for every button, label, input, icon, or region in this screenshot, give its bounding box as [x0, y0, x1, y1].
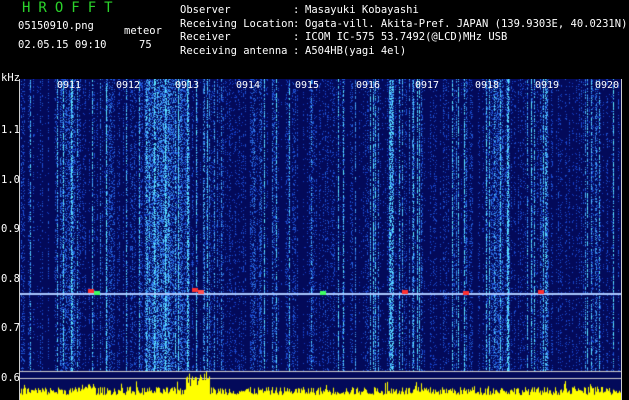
info-label: Observer	[180, 4, 231, 16]
frequency-tick-label: 1.0	[1, 174, 20, 186]
frequency-unit-label: kHz	[1, 72, 20, 84]
info-value: A504HB(yagi 4el)	[305, 44, 407, 57]
time-tick-label: 0915	[295, 80, 320, 91]
app-title: HROFFT	[22, 0, 121, 16]
time-tick-label: 0913	[175, 80, 200, 91]
info-label: Receiver	[180, 31, 231, 43]
time-tick-label: 0917	[415, 80, 440, 91]
time-tick-label: 0914	[236, 80, 261, 91]
info-row-antenna: Receiving antenna: A504HB(yagi 4el)	[180, 44, 407, 57]
spectrogram-canvas	[20, 79, 621, 400]
datetime-label: 02.05.15 09:10	[18, 39, 107, 51]
info-row-receiver: Receiver: ICOM IC-575 53.7492(@LCD)MHz U…	[180, 31, 508, 43]
frequency-tick-label: 0.7	[1, 322, 20, 334]
frequency-tick-label: 0.8	[1, 273, 20, 285]
time-tick-label: 0911	[57, 80, 82, 91]
time-tick-label: 0916	[356, 80, 381, 91]
info-label: Receiving antenna	[180, 44, 288, 57]
mode-label: meteor	[124, 25, 162, 37]
frequency-tick-label: 0.6	[1, 372, 20, 384]
time-tick-label: 0920	[595, 80, 620, 91]
time-tick-label: 0912	[116, 80, 141, 91]
info-value: ICOM IC-575 53.7492(@LCD)MHz USB	[305, 31, 508, 43]
meteor-count: 75	[139, 39, 152, 51]
frequency-tick-label: 1.1	[1, 124, 20, 136]
left-axis-line	[19, 79, 20, 400]
station-info: Observer: Masayuki Kobayashi Receiving L…	[180, 4, 627, 58]
frequency-tick-label: 0.9	[1, 223, 20, 235]
time-tick-label: 0918	[475, 80, 500, 91]
info-row-location: Receiving Location: Ogata-vill. Akita-Pr…	[180, 17, 628, 30]
filename-label: 05150910.png	[18, 20, 94, 32]
info-value: Ogata-vill. Akita-Pref. JAPAN (139.9303E…	[305, 17, 628, 30]
time-tick-label: 0919	[535, 80, 560, 91]
right-axis-line	[621, 79, 622, 400]
info-label: Receiving Location	[180, 17, 294, 30]
info-row-observer: Observer: Masayuki Kobayashi	[180, 4, 419, 16]
hrofft-window: HROFFT 05150910.png meteor 02.05.15 09:1…	[0, 0, 629, 400]
info-value: Masayuki Kobayashi	[305, 4, 419, 16]
